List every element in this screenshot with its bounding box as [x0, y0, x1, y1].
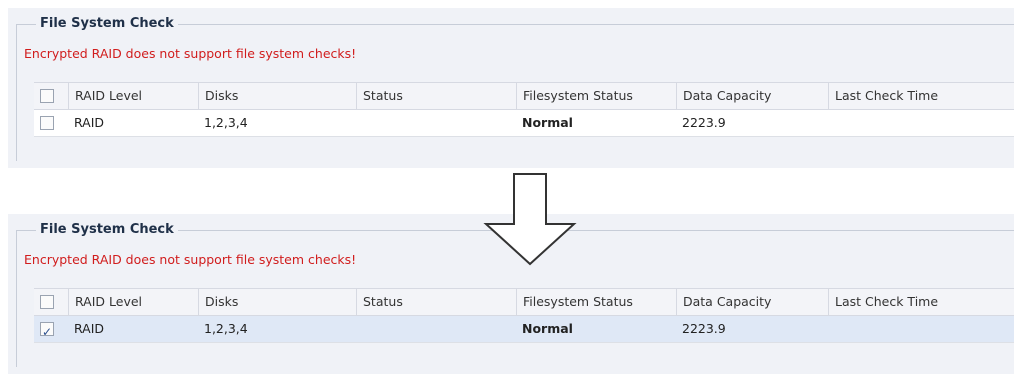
- panel-legend: File System Check: [36, 16, 178, 31]
- row-checkbox-cell[interactable]: [34, 110, 68, 136]
- header-disks[interactable]: Disks: [198, 83, 356, 109]
- row-checkbox[interactable]: [40, 319, 54, 345]
- cell-last-check-time: [828, 316, 1014, 342]
- cell-filesystem-status: Normal: [522, 321, 573, 336]
- header-raid-level[interactable]: RAID Level: [68, 289, 198, 315]
- encryption-error-message: Encrypted RAID does not support file sys…: [24, 46, 357, 61]
- cell-raid-level: RAID: [74, 115, 105, 130]
- cell-disks: 1,2,3,4: [204, 321, 248, 336]
- header-data-capacity[interactable]: Data Capacity: [676, 83, 828, 109]
- header-raid-level[interactable]: RAID Level: [68, 83, 198, 109]
- header-status[interactable]: Status: [356, 83, 516, 109]
- raid-table: RAID Level Disks Status Filesystem Statu…: [34, 82, 1014, 137]
- panel-legend: File System Check: [36, 222, 178, 237]
- table-row[interactable]: RAID 1,2,3,4 Normal 2223.9: [34, 316, 1014, 345]
- select-all-checkbox[interactable]: [40, 88, 54, 103]
- cell-status: [356, 316, 516, 342]
- encryption-error-message: Encrypted RAID does not support file sys…: [24, 252, 357, 267]
- cell-data-capacity: 2223.9: [682, 321, 726, 336]
- table-row[interactable]: RAID 1,2,3,4 Normal 2223.9: [34, 110, 1014, 137]
- down-arrow-icon: [483, 173, 577, 266]
- row-checkbox[interactable]: [40, 115, 54, 130]
- header-data-capacity[interactable]: Data Capacity: [676, 289, 828, 315]
- header-filesystem-status[interactable]: Filesystem Status: [516, 289, 676, 315]
- cell-status: [356, 110, 516, 136]
- raid-table: RAID Level Disks Status Filesystem Statu…: [34, 288, 1014, 345]
- header-last-check-time[interactable]: Last Check Time: [828, 83, 1014, 109]
- select-all-checkbox[interactable]: [40, 294, 54, 309]
- file-system-check-panel-before: File System Check Encrypted RAID does no…: [8, 8, 1014, 168]
- table-header-row: RAID Level Disks Status Filesystem Statu…: [34, 288, 1014, 316]
- header-disks[interactable]: Disks: [198, 289, 356, 315]
- header-last-check-time[interactable]: Last Check Time: [828, 289, 1014, 315]
- header-filesystem-status[interactable]: Filesystem Status: [516, 83, 676, 109]
- cell-data-capacity: 2223.9: [682, 115, 726, 130]
- header-select-all-cell[interactable]: [34, 289, 68, 315]
- header-status[interactable]: Status: [356, 289, 516, 315]
- cell-disks: 1,2,3,4: [204, 115, 248, 130]
- table-header-row: RAID Level Disks Status Filesystem Statu…: [34, 82, 1014, 110]
- header-select-all-cell[interactable]: [34, 83, 68, 109]
- row-checkbox-cell[interactable]: [34, 316, 68, 345]
- cell-last-check-time: [828, 110, 1014, 136]
- cell-filesystem-status: Normal: [522, 115, 573, 130]
- cell-raid-level: RAID: [74, 321, 105, 336]
